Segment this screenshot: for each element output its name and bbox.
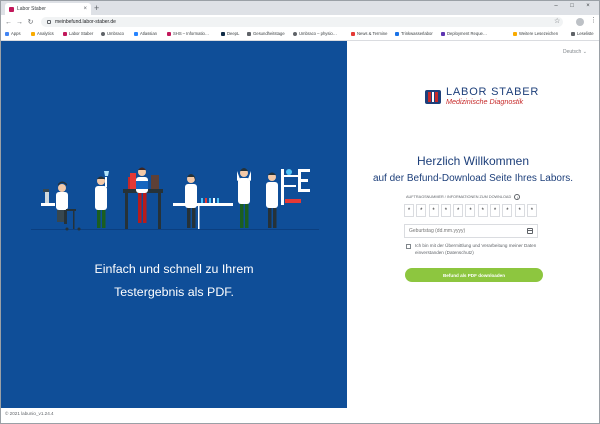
code-char-input[interactable]: * [428,204,439,217]
reading-list[interactable]: Leseliste [571,31,594,36]
language-select[interactable]: Deutsch ⌄ [563,49,587,55]
hero-text-line-2: Testergebnis als PDF. [114,285,234,299]
shs-icon [167,31,171,36]
logo-mark-icon [425,89,441,104]
profile-avatar[interactable] [576,18,584,26]
welcome-heading: Herzlich Willkommen [416,154,529,168]
info-icon[interactable]: i [514,194,521,200]
labor-staber-icon [63,31,67,36]
download-pdf-button[interactable]: Befund als PDF downloaden [405,268,543,282]
maximize-button[interactable]: □ [565,3,579,9]
code-char-input[interactable]: * [404,204,414,217]
bookmark-star-icon[interactable]: ☆ [554,17,560,25]
code-char-input[interactable]: * [526,204,537,217]
apps-icon [5,31,9,36]
bookmark-apps[interactable]: Apps [5,31,21,36]
umbraco-icon [293,31,297,36]
code-char-input[interactable]: * [514,204,525,217]
order-number-label: AUFTRAGSNUMMER / INFORMATIONEN ZUM DOWNL… [406,194,521,200]
page-content: Einfach und schnell zu Ihrem Testergebni… [1,41,599,423]
analytics-icon [31,31,35,36]
code-char-input[interactable]: * [453,204,464,217]
forward-icon[interactable]: → [14,19,25,26]
document-icon [247,31,251,36]
bookmark-gesundheitstage[interactable]: Gesundheitstage [247,31,285,36]
back-icon[interactable]: ← [3,19,14,26]
code-char-input[interactable]: * [416,204,427,217]
minimize-button[interactable]: – [549,3,563,9]
birthdate-input[interactable] [409,228,519,234]
consent-checkbox-row: Ich bin mit der Übermittlung und Verarbe… [406,243,555,256]
hero-text-line-1: Einfach und schnell zu Ihrem [94,262,254,276]
umbraco-icon [101,31,105,36]
labor-staber-logo: LABOR STABER Medizinische Diagnostik [423,87,539,106]
scientist-desk-figure [123,167,163,229]
tab-close-icon[interactable]: × [83,6,87,12]
scientist-flask-figure [95,171,109,228]
tab-bar: Labor Staber × + – □ × [1,1,599,15]
browser-toolbar: ← → ↻ ☆ ⋮ [1,15,599,29]
folder-icon [513,31,517,36]
bookmark-atlassian[interactable]: Atlassian [134,31,157,36]
bookmark-deepl[interactable]: DeepL [221,31,239,36]
code-char-input[interactable]: * [502,204,513,217]
trinkwasserlabor-icon [395,31,399,36]
version-footer: © 2021 labunio_v1.24.4 [5,411,54,416]
bookmark-analytics[interactable]: Analytics [31,31,54,36]
bookmark-news-termine[interactable]: News & Termine [351,31,387,36]
new-tab-button[interactable]: + [94,3,99,13]
consent-checkbox[interactable] [406,243,411,249]
bookmark-labor-staber[interactable]: Labor Staber [63,31,93,36]
scientist-microscope-figure [41,181,81,231]
address-bar[interactable] [41,17,563,27]
reading-list-icon [571,31,575,36]
tab-title: Labor Staber [17,6,46,12]
tab-labor-staber[interactable]: Labor Staber × [5,3,91,15]
close-window-button[interactable]: × [581,3,595,9]
atlassian-icon [134,31,138,36]
browser-window: Labor Staber × + – □ × ← → ↻ ☆ ⋮ Apps An… [0,0,600,424]
lock-icon [47,20,51,24]
hero-panel: Einfach und schnell zu Ihrem Testergebni… [1,41,347,408]
privacy-link[interactable]: (Datenschutz) [445,250,474,255]
bookmark-trinkwasserlabor[interactable]: Trinkwasserlabor [395,31,433,36]
bookmark-deployment[interactable]: Deployment Reque… [441,31,487,36]
code-char-input[interactable]: * [477,204,488,217]
code-char-input[interactable]: * [490,204,501,217]
bookmarks-bar: Apps Analytics Labor Staber Umbraco Atla… [1,29,599,41]
browser-menu-icon[interactable]: ⋮ [590,16,597,24]
deepl-icon [221,31,225,36]
url-input[interactable] [55,19,455,25]
scientist-surprised-figure [237,168,251,228]
order-code-inputs: * * * * * * * * * * * [404,204,539,217]
scientist-apparatus-figure [266,169,310,228]
deployment-icon [441,31,445,36]
calendar-icon[interactable] [527,228,533,234]
consent-label: Ich bin mit der Übermittlung und Verarbe… [415,243,537,255]
code-char-input[interactable]: * [440,204,451,217]
favicon-icon [9,6,14,12]
code-char-input[interactable]: * [465,204,476,217]
welcome-subline: auf der Befund-Download Seite Ihres Labo… [372,173,574,184]
bookmark-folder-more[interactable]: Weitere Lesezeichen [513,31,558,36]
bookmark-shs[interactable]: SHS – Informatio… [167,31,209,36]
birthdate-field[interactable] [404,224,538,238]
bookmark-umbraco[interactable]: Umbraco [101,31,124,36]
scientist-bench-figure [173,174,233,229]
bookmark-umbraco-physio[interactable]: Umbraco – physio… [293,31,337,36]
news-icon [351,31,355,36]
reload-icon[interactable]: ↻ [25,18,36,26]
logo-subtitle: Medizinische Diagnostik [446,97,524,106]
